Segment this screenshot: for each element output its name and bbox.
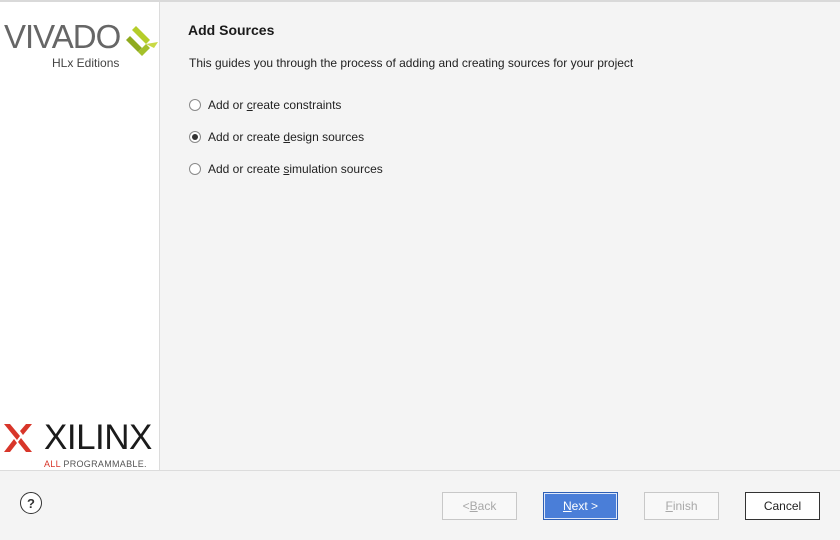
page-title: Add Sources — [188, 22, 275, 38]
xilinx-tagline-all: ALL — [44, 459, 61, 469]
back-label-post: ack — [477, 499, 497, 513]
footer-divider — [0, 470, 840, 471]
simulation-sources-radio[interactable] — [189, 163, 201, 175]
next-mnemonic: N — [562, 499, 572, 513]
help-button[interactable]: ? — [20, 492, 42, 514]
xilinx-mark-icon — [4, 424, 32, 452]
label-part: esign sources — [290, 130, 365, 144]
design-sources-option[interactable]: Add or create design sources — [189, 130, 364, 144]
vivado-edition-text: HLx Editions — [52, 56, 120, 70]
label-part: Add or — [208, 98, 247, 112]
simulation-sources-option-label: Add or create simulation sources — [208, 162, 383, 176]
back-mnemonic: B — [469, 499, 478, 513]
back-button[interactable]: < Back — [442, 492, 517, 520]
label-part: reate constraints — [252, 98, 342, 112]
page-description: This guides you through the process of a… — [189, 56, 634, 70]
wizard-content: Add Sources This guides you through the … — [160, 2, 840, 470]
wizard-sidebar: VIVADO HLx Editions XILINX ALL PROGRAMMA… — [0, 2, 160, 470]
design-sources-radio[interactable] — [189, 131, 201, 143]
next-button[interactable]: Next > — [543, 492, 618, 520]
back-label-pre: < — [462, 499, 470, 513]
vivado-logo: VIVADO HLx Editions — [4, 18, 158, 70]
next-label-post: ext > — [571, 499, 599, 513]
xilinx-tagline: ALL PROGRAMMABLE. — [44, 459, 147, 469]
finish-button[interactable]: Finish — [644, 492, 719, 520]
finish-mnemonic: F — [665, 499, 673, 513]
label-part: imulation sources — [289, 162, 383, 176]
xilinx-logo-text: XILINX — [44, 418, 152, 457]
constraints-option[interactable]: Add or create constraints — [189, 98, 341, 112]
cancel-button[interactable]: Cancel — [745, 492, 820, 520]
xilinx-tagline-rest: PROGRAMMABLE. — [60, 459, 147, 469]
help-icon: ? — [27, 495, 35, 511]
label-part: Add or create — [208, 130, 284, 144]
simulation-sources-option[interactable]: Add or create simulation sources — [189, 162, 383, 176]
label-part: Add or create — [208, 162, 284, 176]
finish-label-post: inish — [672, 499, 698, 513]
design-sources-option-label: Add or create design sources — [208, 130, 364, 144]
vivado-logo-text: VIVADO — [4, 18, 121, 55]
vivado-mark-icon — [126, 26, 158, 56]
constraints-option-label: Add or create constraints — [208, 98, 341, 112]
constraints-radio[interactable] — [189, 99, 201, 111]
